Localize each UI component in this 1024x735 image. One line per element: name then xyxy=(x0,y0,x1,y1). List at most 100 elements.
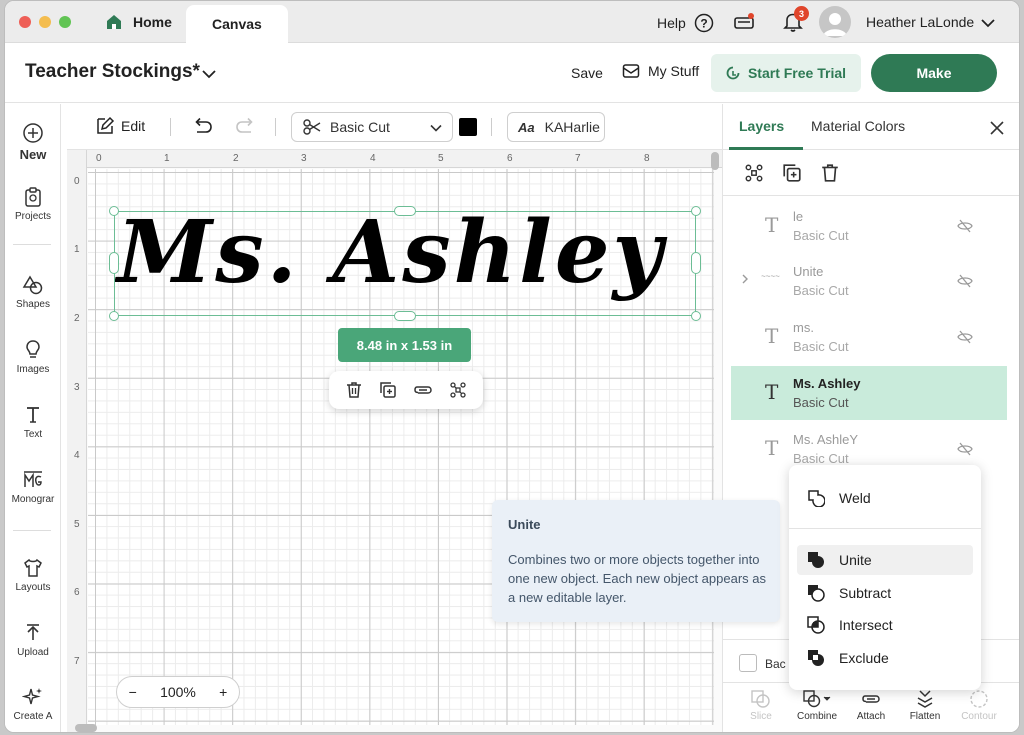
sidebar-item-shapes[interactable]: Shapes xyxy=(5,274,61,310)
layer-row-selected[interactable]: T Ms. Ashley Basic Cut xyxy=(731,366,1007,420)
sidebar-item-label: Layouts xyxy=(15,582,51,593)
design-canvas[interactable]: 0 1 2 3 4 5 6 7 8 0 1 2 3 4 5 6 7 Ms. As… xyxy=(67,150,722,732)
menu-item-subtract[interactable]: Subtract xyxy=(797,578,973,608)
machine-button[interactable] xyxy=(733,12,755,35)
attach-icon[interactable] xyxy=(413,383,433,397)
resize-handle[interactable] xyxy=(109,252,119,274)
undo-button[interactable] xyxy=(191,117,213,138)
project-title[interactable]: Teacher Stockings* xyxy=(25,61,200,83)
eye-off-icon[interactable] xyxy=(957,442,973,456)
ruler-tick: 8 xyxy=(644,153,650,164)
font-select[interactable]: Aa KAHarlie xyxy=(507,112,605,142)
avatar[interactable] xyxy=(819,6,851,38)
my-stuff-button[interactable]: My Stuff xyxy=(622,63,699,79)
menu-item-label: Intersect xyxy=(839,617,893,633)
sidebar-item-images[interactable]: Images xyxy=(5,339,61,375)
operation-color-swatch[interactable] xyxy=(459,118,477,136)
sidebar-item-upload[interactable]: Upload xyxy=(5,622,61,658)
sidebar-item-layouts[interactable]: Layouts xyxy=(5,557,61,593)
tab-canvas[interactable]: Canvas xyxy=(186,5,288,43)
notifications-button[interactable]: 3 xyxy=(783,6,809,36)
zoom-window-button[interactable] xyxy=(59,16,71,28)
contour-label: Contour xyxy=(961,711,997,722)
layer-row[interactable]: T le Basic Cut xyxy=(731,199,1007,253)
menu-item-exclude[interactable]: Exclude xyxy=(797,643,973,673)
tab-home[interactable]: Home xyxy=(105,1,172,43)
selection-box[interactable] xyxy=(114,211,696,316)
layer-actions xyxy=(723,150,1019,196)
sidebar-item-create-ai[interactable]: Create A xyxy=(5,686,61,722)
resize-handle[interactable] xyxy=(394,311,416,321)
resize-handle[interactable] xyxy=(691,311,701,321)
sidebar-item-monogram[interactable]: Monograr xyxy=(5,469,61,505)
undo-icon xyxy=(195,117,212,133)
combine-icon xyxy=(803,690,831,708)
minimize-window-button[interactable] xyxy=(39,16,51,28)
layer-row[interactable]: T ms. Basic Cut xyxy=(731,310,1007,364)
project-menu-button[interactable] xyxy=(202,67,216,82)
ruler-tick: 3 xyxy=(301,153,307,164)
combine-button[interactable]: Combine xyxy=(789,689,845,722)
redo-button[interactable] xyxy=(235,117,257,138)
combine-menu: Weld Unite Subtract Intersect Exclude xyxy=(789,465,981,690)
ruler-tick: 3 xyxy=(74,382,80,393)
resize-handle[interactable] xyxy=(109,206,119,216)
layer-row[interactable]: ~~~~ Unite Basic Cut xyxy=(731,254,1007,308)
duplicate-icon[interactable] xyxy=(379,381,397,399)
sidebar-item-label: Images xyxy=(16,364,50,375)
resize-handle[interactable] xyxy=(691,206,701,216)
chevron-right-icon[interactable] xyxy=(741,274,749,284)
resize-handle[interactable] xyxy=(394,206,416,216)
tab-material-colors[interactable]: Material Colors xyxy=(811,118,905,134)
edit-button[interactable]: Edit xyxy=(95,116,145,136)
make-button[interactable]: Make xyxy=(871,54,997,92)
user-menu-button[interactable] xyxy=(981,16,995,31)
close-icon[interactable] xyxy=(989,120,1005,136)
projects-icon xyxy=(25,187,41,207)
sidebar-item-label: New xyxy=(19,147,47,162)
duplicate-icon[interactable] xyxy=(782,163,802,183)
sidebar-item-new[interactable]: New xyxy=(5,122,61,162)
contour-button[interactable]: Contour xyxy=(951,689,1007,722)
menu-item-unite[interactable]: Unite xyxy=(797,545,973,575)
close-window-button[interactable] xyxy=(19,16,31,28)
zoom-control: − 100% + xyxy=(116,676,240,708)
sidebar-item-projects[interactable]: Projects xyxy=(5,186,61,222)
attach-button[interactable]: Attach xyxy=(843,689,899,722)
eye-off-icon[interactable] xyxy=(957,330,973,344)
flatten-button[interactable]: Flatten xyxy=(897,689,953,722)
scissors-icon xyxy=(303,119,321,135)
slice-label: Slice xyxy=(750,711,772,722)
group-icon[interactable] xyxy=(744,163,764,183)
operation-select[interactable]: Basic Cut xyxy=(291,112,453,142)
resize-handle[interactable] xyxy=(109,311,119,321)
user-name: Heather LaLonde xyxy=(866,14,975,30)
trash-icon[interactable] xyxy=(345,381,363,399)
ruler-tick: 5 xyxy=(438,153,444,164)
menu-item-weld[interactable]: Weld xyxy=(797,483,973,513)
horizontal-scrollbar[interactable] xyxy=(75,724,97,732)
save-button[interactable]: Save xyxy=(571,65,603,81)
unite-tooltip: Unite Combines two or more objects toget… xyxy=(492,500,780,622)
ruler-tick: 4 xyxy=(370,153,376,164)
eye-off-icon[interactable] xyxy=(957,274,973,288)
background-checkbox[interactable] xyxy=(739,654,757,672)
zoom-out-button[interactable]: − xyxy=(129,684,137,700)
ruler-left: 0 1 2 3 4 5 6 7 xyxy=(67,150,87,732)
help-button[interactable]: Help ? xyxy=(657,13,714,33)
zoom-in-button[interactable]: + xyxy=(219,684,227,700)
start-free-trial-button[interactable]: Start Free Trial xyxy=(711,54,861,92)
resize-handle[interactable] xyxy=(691,252,701,274)
group-icon[interactable] xyxy=(449,381,467,399)
slice-button[interactable]: Slice xyxy=(733,689,789,722)
project-header: Teacher Stockings* Save My Stuff Start F… xyxy=(5,43,1019,103)
vertical-scrollbar[interactable] xyxy=(711,152,719,170)
sidebar-item-text[interactable]: Text xyxy=(5,404,61,440)
sparkle-icon xyxy=(22,688,42,705)
ruler-tick: 7 xyxy=(74,656,80,667)
tab-layers[interactable]: Layers xyxy=(739,118,784,134)
menu-item-intersect[interactable]: Intersect xyxy=(797,610,973,640)
eye-off-icon[interactable] xyxy=(957,219,973,233)
user-avatar-icon xyxy=(823,13,847,36)
trash-icon[interactable] xyxy=(820,163,840,183)
